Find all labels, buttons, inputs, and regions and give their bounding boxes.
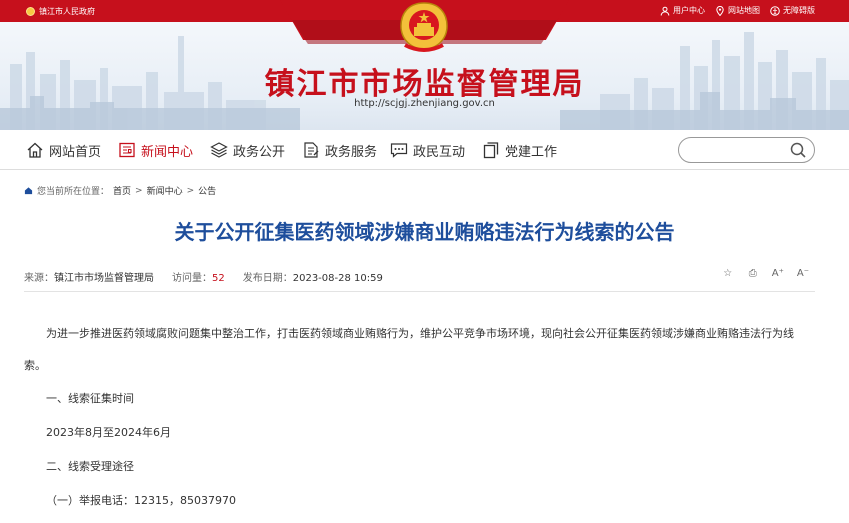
nav-item-interaction[interactable]: 政民互动 bbox=[390, 140, 465, 160]
copy-icon bbox=[483, 142, 499, 159]
paragraph: （一）举报电话：12315，85037970 bbox=[46, 494, 236, 507]
nav-item-gov-affairs[interactable]: 政务公开 bbox=[210, 140, 285, 160]
breadcrumb-prefix: 您当前所在位置： bbox=[37, 187, 110, 197]
source-label: 来源： bbox=[24, 273, 54, 284]
gov-link[interactable]: 镇江市人民政府 bbox=[26, 6, 95, 17]
breadcrumb-separator: > bbox=[186, 185, 195, 196]
breadcrumb-news[interactable]: 新闻中心 bbox=[147, 184, 183, 197]
article-views: 访问量：52 bbox=[172, 269, 225, 284]
breadcrumb-notice[interactable]: 公告 bbox=[198, 184, 216, 197]
breadcrumb-separator: > bbox=[135, 185, 143, 196]
accessibility-label: 无障碍版 bbox=[783, 6, 815, 15]
views-value: 52 bbox=[212, 273, 225, 284]
nav-label-news: 新闻中心 bbox=[141, 144, 194, 160]
nav-label-gov-affairs: 政务公开 bbox=[233, 144, 286, 160]
site-map-link[interactable]: 网站地图 bbox=[715, 5, 760, 16]
nav-label-interaction: 政民互动 bbox=[413, 144, 466, 160]
header-divider bbox=[24, 291, 815, 292]
site-title: 镇江市市场监督管理局 bbox=[264, 67, 585, 102]
location-icon bbox=[24, 187, 33, 195]
home-icon bbox=[27, 142, 43, 158]
nav-label-home: 网站首页 bbox=[49, 144, 102, 160]
layers-icon bbox=[210, 142, 228, 158]
date-label: 发布日期： bbox=[242, 273, 293, 284]
accessibility-link[interactable]: 无障碍版 bbox=[770, 5, 815, 16]
site-url: http://scjgj.zhenjiang.gov.cn bbox=[354, 98, 495, 109]
breadcrumb-home[interactable]: 首页 bbox=[113, 184, 131, 197]
map-pin-icon bbox=[716, 5, 724, 16]
search-icon[interactable] bbox=[789, 141, 807, 159]
nav-item-party[interactable]: 党建工作 bbox=[482, 140, 557, 160]
breadcrumb: 您当前所在位置： 首页 > 新闻中心 > 公告 bbox=[24, 184, 216, 197]
chat-icon bbox=[390, 143, 408, 158]
source-value: 镇江市市场监督管理局 bbox=[54, 273, 154, 284]
national-emblem-icon bbox=[400, 2, 448, 52]
font-increase-button[interactable]: A⁺ bbox=[772, 268, 784, 279]
main-nav: 网站首页 新闻中心 政务公开 政务服务 政民互动 党建工作 bbox=[0, 130, 849, 170]
paragraph: 为进一步推进医药领域腐败问题集中整治工作，打击医药领域商业贿赂行为，维护公平竞争… bbox=[24, 327, 794, 372]
user-center-link[interactable]: 用户中心 bbox=[660, 5, 705, 16]
news-icon bbox=[119, 142, 135, 158]
font-decrease-button[interactable]: A⁻ bbox=[797, 268, 809, 279]
paragraph: 一、线索征集时间 bbox=[46, 392, 134, 405]
print-icon[interactable]: ⎙ bbox=[747, 268, 759, 279]
nav-label-party: 党建工作 bbox=[505, 144, 558, 160]
search-box bbox=[678, 137, 815, 163]
gov-label: 镇江市人民政府 bbox=[39, 7, 95, 16]
article-title: 关于公开征集医药领域涉嫌商业贿赂违法行为线索的公告 bbox=[174, 220, 675, 244]
views-label: 访问量： bbox=[172, 273, 212, 284]
accessibility-icon bbox=[770, 5, 780, 16]
favorite-icon[interactable]: ☆ bbox=[722, 268, 734, 279]
gov-emblem-icon bbox=[26, 7, 35, 16]
article-source: 来源：镇江市市场监督管理局 bbox=[24, 269, 154, 284]
paragraph: 2023年8月至2024年6月 bbox=[46, 426, 171, 439]
date-value: 2023-08-28 10:59 bbox=[292, 273, 383, 284]
user-icon bbox=[660, 6, 670, 16]
paragraph: 二、线索受理途径 bbox=[46, 460, 134, 473]
user-center-label: 用户中心 bbox=[673, 6, 705, 15]
article-body: 为进一步推进医药领域腐败问题集中整治工作，打击医药领域商业贿赂行为，维护公平竞争… bbox=[24, 318, 815, 518]
nav-item-news[interactable]: 新闻中心 bbox=[118, 140, 193, 160]
article-tools: ☆ ⎙ A⁺ A⁻ bbox=[722, 268, 809, 279]
nav-item-home[interactable]: 网站首页 bbox=[26, 140, 101, 160]
article-meta: 来源：镇江市市场监督管理局 访问量：52 发布日期：2023-08-28 10:… bbox=[24, 269, 383, 284]
nav-label-services: 政务服务 bbox=[325, 144, 378, 160]
site-map-label: 网站地图 bbox=[728, 6, 760, 15]
search-input[interactable] bbox=[691, 142, 787, 158]
article-date: 发布日期：2023-08-28 10:59 bbox=[243, 269, 383, 284]
document-icon bbox=[304, 142, 319, 158]
nav-item-services[interactable]: 政务服务 bbox=[302, 140, 377, 160]
